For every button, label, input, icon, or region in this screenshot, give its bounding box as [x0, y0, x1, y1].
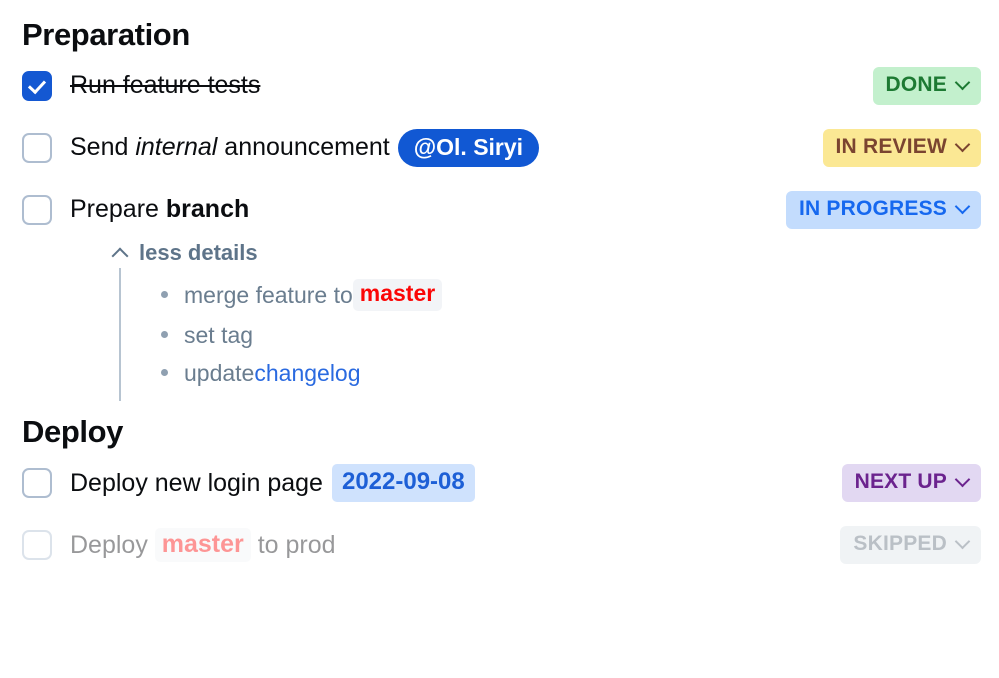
- task-label: Deploy new login page 2022-09-08: [70, 464, 475, 503]
- section-heading-preparation: Preparation: [22, 17, 190, 52]
- list-item-text: update changelog: [184, 359, 361, 388]
- task-text: Deploy: [70, 530, 155, 559]
- status-badge-in-progress[interactable]: IN PROGRESS: [785, 191, 981, 230]
- bullet-text-plain: set tag: [184, 321, 254, 348]
- task-row: Deploy new login page 2022-09-08 NEXT UP: [22, 449, 981, 511]
- chevron-up-icon: [112, 247, 128, 259]
- status-badge-label: IN REVIEW: [835, 135, 947, 159]
- bullet-icon: [161, 330, 168, 338]
- task-text: to prod: [250, 530, 336, 559]
- list-item-text: merge feature to master: [184, 279, 443, 311]
- status-badge-skipped[interactable]: SKIPPED: [840, 526, 981, 565]
- status-badge-done[interactable]: DONE: [872, 67, 981, 106]
- list-item: update changelog: [121, 354, 981, 393]
- task-label: Prepare branch: [70, 194, 249, 225]
- task-text: Send: [70, 133, 136, 162]
- status-badge-label: NEXT UP: [854, 470, 947, 494]
- task-row: Prepare branch IN PROGRESS: [22, 176, 981, 238]
- task-row: Run feature tests DONE: [22, 52, 981, 114]
- status-badge-in-review[interactable]: IN REVIEW: [822, 129, 981, 168]
- status-badge-label: IN PROGRESS: [798, 197, 947, 221]
- chevron-down-icon: [956, 138, 970, 152]
- status-badge-label: SKIPPED: [853, 532, 947, 556]
- details-toggle-label: less details: [139, 240, 258, 266]
- section-heading-deploy: Deploy: [22, 414, 123, 450]
- task-label: Send internal announcement @Ol. Siryi: [70, 128, 540, 168]
- task-row: Send internal announcement @Ol. Siryi IN…: [22, 114, 981, 176]
- chevron-down-icon: [956, 200, 970, 214]
- status-badge-next-up[interactable]: NEXT UP: [841, 464, 981, 503]
- task-label: Run feature tests: [70, 70, 260, 101]
- details-toggle-button[interactable]: less details: [112, 236, 258, 268]
- task-checkbox-send-internal-announcement[interactable]: [22, 133, 52, 164]
- task-checkbox-deploy-new-login-page[interactable]: [22, 468, 52, 499]
- details-list: merge feature to master set tag update c…: [119, 268, 981, 402]
- mention-chip[interactable]: @Ol. Siryi: [397, 128, 540, 168]
- task-row: Deploy master to prod SKIPPED: [22, 511, 981, 573]
- list-item-text: set tag: [184, 321, 253, 350]
- task-checkbox-deploy-master-to-prod[interactable]: [22, 530, 52, 561]
- list-item: set tag: [121, 316, 981, 355]
- checklist-page: Preparation Run feature tests DONE Send …: [0, 0, 999, 678]
- date-chip[interactable]: 2022-09-08: [331, 464, 475, 503]
- task-text: Run feature tests: [70, 71, 261, 100]
- bullet-icon: [161, 369, 168, 377]
- bullet-text-plain: update: [184, 360, 255, 387]
- code-chip-master: master: [154, 528, 251, 563]
- changelog-link[interactable]: changelog: [254, 359, 360, 388]
- task-checkbox-run-feature-tests[interactable]: [22, 71, 52, 102]
- task-text: announcement: [217, 133, 390, 162]
- task-text: Prepare: [70, 195, 166, 224]
- chevron-down-icon: [956, 535, 970, 549]
- chevron-down-icon: [956, 76, 970, 90]
- task-text-emphasis: internal: [135, 133, 218, 162]
- task-text: Deploy new login page: [70, 468, 323, 497]
- task-label: Deploy master to prod: [70, 528, 336, 563]
- status-badge-label: DONE: [885, 73, 947, 97]
- list-item: merge feature to master: [121, 274, 981, 316]
- code-chip-master: master: [352, 279, 443, 311]
- task-checkbox-prepare-branch[interactable]: [22, 195, 52, 226]
- chevron-down-icon: [956, 473, 970, 487]
- task-details: less details merge feature to master set…: [22, 236, 981, 402]
- bullet-icon: [161, 290, 168, 298]
- bullet-text-plain: merge feature to: [184, 281, 353, 308]
- task-text-strong: branch: [165, 195, 250, 224]
